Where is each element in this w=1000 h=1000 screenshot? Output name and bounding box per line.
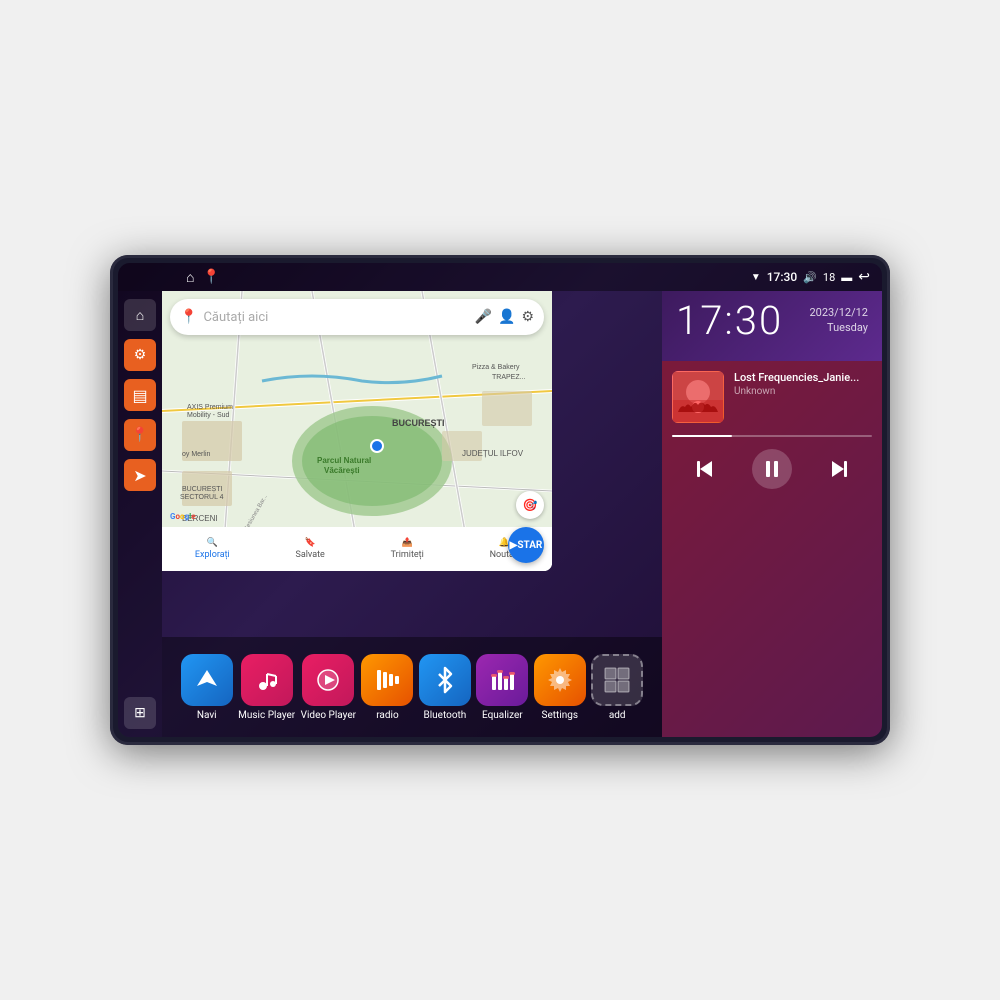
map-tab-send[interactable]: 📤 Trimiteți — [391, 538, 424, 560]
left-sidebar: ⌂ ⚙ ▤ 📍 ➤ ⊞ — [118, 291, 162, 737]
music-thumbnail — [672, 371, 724, 423]
settings-icon[interactable]: ⚙ — [521, 309, 534, 325]
navi-icon — [181, 654, 233, 706]
svg-text:JUDEȚUL ILFOV: JUDEȚUL ILFOV — [462, 449, 524, 458]
map-tab-saved[interactable]: 🔖 Salvate — [296, 538, 325, 560]
right-panel: 17:30 2023/12/12 Tuesday — [662, 291, 882, 737]
main-content: ⌂ ⚙ ▤ 📍 ➤ ⊞ — [118, 291, 882, 737]
map-bottom-bar: 🔍 Explorați 🔖 Salvate 📤 Trimiteți � — [162, 527, 552, 571]
music-progress-bar[interactable] — [672, 435, 872, 437]
app-bluetooth[interactable]: Bluetooth — [419, 654, 471, 721]
user-icon[interactable]: 👤 — [498, 309, 515, 325]
app-radio[interactable]: radio — [361, 654, 413, 721]
volume-icon: 🔊 — [803, 271, 817, 284]
add-label: add — [609, 710, 626, 721]
prev-button[interactable] — [685, 449, 725, 489]
send-label: Trimiteți — [391, 550, 424, 560]
music-widget: Lost Frequencies_Janie... Unknown — [662, 361, 882, 737]
map-tab-explore[interactable]: 🔍 Explorați — [195, 538, 230, 560]
center-area: AXIS Premium Mobility - Sud Pizza & Bake… — [162, 291, 662, 737]
music-player-label: Music Player — [238, 710, 295, 721]
radio-icon — [361, 654, 413, 706]
app-equalizer[interactable]: Equalizer — [476, 654, 528, 721]
music-title: Lost Frequencies_Janie... — [734, 371, 872, 384]
battery-icon: ▬ — [841, 271, 852, 284]
navi-label: Navi — [197, 710, 217, 721]
add-icon — [591, 654, 643, 706]
svg-text:SECTORUL 4: SECTORUL 4 — [180, 494, 224, 501]
app-grid: Navi Music Player — [162, 637, 662, 737]
battery-level: 18 — [823, 271, 835, 284]
sidebar-item-settings[interactable]: ⚙ — [124, 339, 156, 371]
svg-text:Mobility - Sud: Mobility - Sud — [187, 412, 230, 419]
music-progress-fill — [672, 435, 732, 437]
status-bar: ⌂ 📍 ▼ 17:30 🔊 18 ▬ ↩ — [118, 263, 882, 291]
explore-icon: 🔍 — [207, 538, 218, 548]
clock-time-display: 17:30 — [676, 301, 783, 341]
app-music-player[interactable]: Music Player — [238, 654, 295, 721]
send-icon: 📤 — [402, 538, 413, 548]
sidebar-item-home[interactable]: ⌂ — [124, 299, 156, 331]
sidebar-item-files[interactable]: ▤ — [124, 379, 156, 411]
app-navi[interactable]: Navi — [181, 654, 233, 721]
map-search-bar[interactable]: 📍 Căutați aici 🎤 👤 ⚙ — [170, 299, 544, 335]
device: ⌂ 📍 ▼ 17:30 🔊 18 ▬ ↩ ⌂ ⚙ ▤ 📍 ➤ ⊞ — [110, 255, 890, 745]
equalizer-icon — [476, 654, 528, 706]
saved-label: Salvate — [296, 550, 325, 560]
map-widget[interactable]: AXIS Premium Mobility - Sud Pizza & Bake… — [162, 291, 552, 571]
pause-button[interactable] — [752, 449, 792, 489]
status-right: ▼ 17:30 🔊 18 ▬ ↩ — [751, 269, 870, 285]
screen: ⌂ 📍 ▼ 17:30 🔊 18 ▬ ↩ ⌂ ⚙ ▤ 📍 ➤ ⊞ — [118, 263, 882, 737]
settings-label: Settings — [542, 710, 579, 721]
sidebar-grid-btn[interactable]: ⊞ — [124, 697, 156, 729]
svg-text:Pizza & Bakery: Pizza & Bakery — [472, 364, 520, 371]
google-logo: Google — [170, 512, 196, 521]
radio-label: radio — [376, 710, 398, 721]
equalizer-label: Equalizer — [482, 710, 523, 721]
clock-weekday: Tuesday — [809, 320, 868, 335]
status-time: 17:30 — [767, 270, 797, 284]
clock-date-value: 2023/12/12 — [809, 305, 868, 320]
music-info: Lost Frequencies_Janie... Unknown — [672, 371, 872, 423]
svg-text:AXIS Premium: AXIS Premium — [187, 404, 233, 411]
mic-icon[interactable]: 🎤 — [475, 309, 492, 325]
svg-text:BUCUREȘTI: BUCUREȘTI — [392, 418, 445, 428]
music-player-icon — [241, 654, 293, 706]
svg-text:oy Merlin: oy Merlin — [182, 451, 211, 458]
svg-text:BUCUREȘTI: BUCUREȘTI — [182, 486, 223, 493]
maps-logo-icon: 📍 — [180, 309, 197, 325]
search-text[interactable]: Căutați aici — [203, 310, 468, 325]
video-player-label: Video Player — [301, 710, 356, 721]
explore-label: Explorați — [195, 550, 230, 560]
bluetooth-icon — [419, 654, 471, 706]
clock-widget: 17:30 2023/12/12 Tuesday — [662, 291, 882, 361]
back-icon[interactable]: ↩ — [858, 269, 870, 285]
home-icon[interactable]: ⌂ — [186, 269, 194, 286]
music-artist: Unknown — [734, 386, 872, 397]
settings-app-icon — [534, 654, 586, 706]
clock-time: 17:30 — [676, 297, 783, 344]
app-add[interactable]: add — [591, 654, 643, 721]
locate-button[interactable]: 🎯 — [516, 491, 544, 519]
video-player-icon — [302, 654, 354, 706]
next-button[interactable] — [819, 449, 859, 489]
svg-text:TRAPEZ...: TRAPEZ... — [492, 374, 526, 381]
app-settings[interactable]: Settings — [534, 654, 586, 721]
music-details: Lost Frequencies_Janie... Unknown — [734, 371, 872, 397]
svg-text:Parcul Natural: Parcul Natural — [317, 456, 371, 465]
saved-icon: 🔖 — [305, 538, 316, 548]
maps-status-icon[interactable]: 📍 — [202, 269, 219, 285]
sidebar-item-navigation[interactable]: ➤ — [124, 459, 156, 491]
svg-text:Văcărești: Văcărești — [324, 466, 360, 475]
music-controls — [672, 449, 872, 489]
status-left: ⌂ 📍 — [186, 269, 220, 286]
wifi-icon: ▼ — [751, 272, 761, 283]
app-video-player[interactable]: Video Player — [301, 654, 356, 721]
start-button[interactable]: ▶STAR — [508, 527, 544, 563]
sidebar-item-maps[interactable]: 📍 — [124, 419, 156, 451]
clock-date: 2023/12/12 Tuesday — [809, 305, 868, 336]
bluetooth-label: Bluetooth — [423, 710, 466, 721]
